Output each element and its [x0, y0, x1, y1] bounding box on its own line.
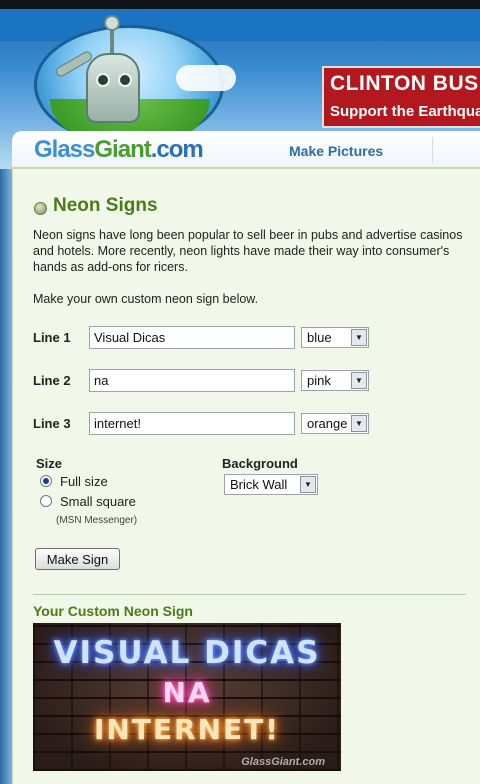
line-2-label: Line 2 [33, 373, 71, 388]
background-value: Brick Wall [230, 477, 288, 492]
line-2-color-value: pink [307, 373, 331, 388]
nav-bar: GlassGiant.com Make Pictures [12, 131, 480, 169]
result-title: Your Custom Neon Sign [33, 603, 193, 619]
logo-text-com: .com [150, 136, 204, 163]
line-3-color-select[interactable]: orange ▼ [301, 413, 369, 434]
full-size-label[interactable]: Full size [60, 474, 108, 489]
line-1-color-value: blue [307, 330, 332, 345]
robot-mascot-image [86, 53, 140, 123]
chevron-down-icon[interactable]: ▼ [351, 329, 367, 346]
robot-left-eye [96, 73, 110, 87]
line-1-color-select[interactable]: blue ▼ [301, 327, 369, 348]
line-3-color-value: orange [307, 416, 348, 431]
left-page-strip [0, 169, 12, 784]
sign-watermark: GlassGiant.com [241, 756, 325, 768]
neon-line-1: VISUAL DICAS [53, 635, 321, 671]
full-size-radio[interactable] [40, 475, 52, 487]
robot-right-eye [118, 73, 132, 87]
logo-cloud-image [176, 65, 236, 91]
small-square-radio[interactable] [40, 495, 52, 507]
line-3-label: Line 3 [33, 416, 71, 431]
section-bullet-icon [34, 202, 47, 215]
background-label: Background [222, 456, 298, 471]
robot-antenna-ball-image [104, 15, 120, 31]
logo-text-giant: Giant [94, 136, 151, 163]
main-content: Neon Signs Neon signs have long been pop… [12, 169, 480, 784]
window-top-bar [0, 0, 480, 9]
background-select[interactable]: Brick Wall ▼ [224, 474, 318, 495]
chevron-down-icon[interactable]: ▼ [351, 415, 367, 432]
banner-subtitle: Support the Earthqua [330, 103, 480, 120]
line-3-input[interactable] [89, 412, 295, 435]
line-1-input[interactable] [89, 326, 295, 349]
site-logo[interactable]: GlassGiant.com [34, 136, 204, 164]
chevron-down-icon[interactable]: ▼ [351, 372, 367, 389]
neon-sign-image: VISUAL DICAS NA INTERNET! GlassGiant.com [33, 623, 341, 771]
nav-make-pictures-link[interactable]: Make Pictures [289, 143, 383, 159]
page-title: Neon Signs [53, 195, 158, 216]
instruction-text: Make your own custom neon sign below. [33, 292, 259, 306]
msn-messenger-note: (MSN Messenger) [56, 515, 138, 526]
make-sign-button[interactable]: Make Sign [35, 548, 120, 570]
neon-line-2: NA [162, 676, 212, 709]
line-2-color-select[interactable]: pink ▼ [301, 370, 369, 391]
logo-text-glass: Glass [34, 136, 95, 163]
line-2-input[interactable] [89, 369, 295, 392]
size-label: Size [36, 456, 63, 471]
neon-line-3: INTERNET! [93, 713, 281, 746]
divider [33, 594, 466, 595]
intro-text: Neon signs have long been popular to sel… [33, 228, 463, 274]
line-1-label: Line 1 [33, 330, 71, 345]
small-square-label[interactable]: Small square [60, 494, 136, 509]
ad-banner[interactable]: CLINTON BUSH H Support the Earthqua [322, 66, 480, 128]
nav-divider [432, 137, 433, 163]
banner-title: CLINTON BUSH H [330, 72, 480, 95]
chevron-down-icon[interactable]: ▼ [300, 476, 316, 493]
